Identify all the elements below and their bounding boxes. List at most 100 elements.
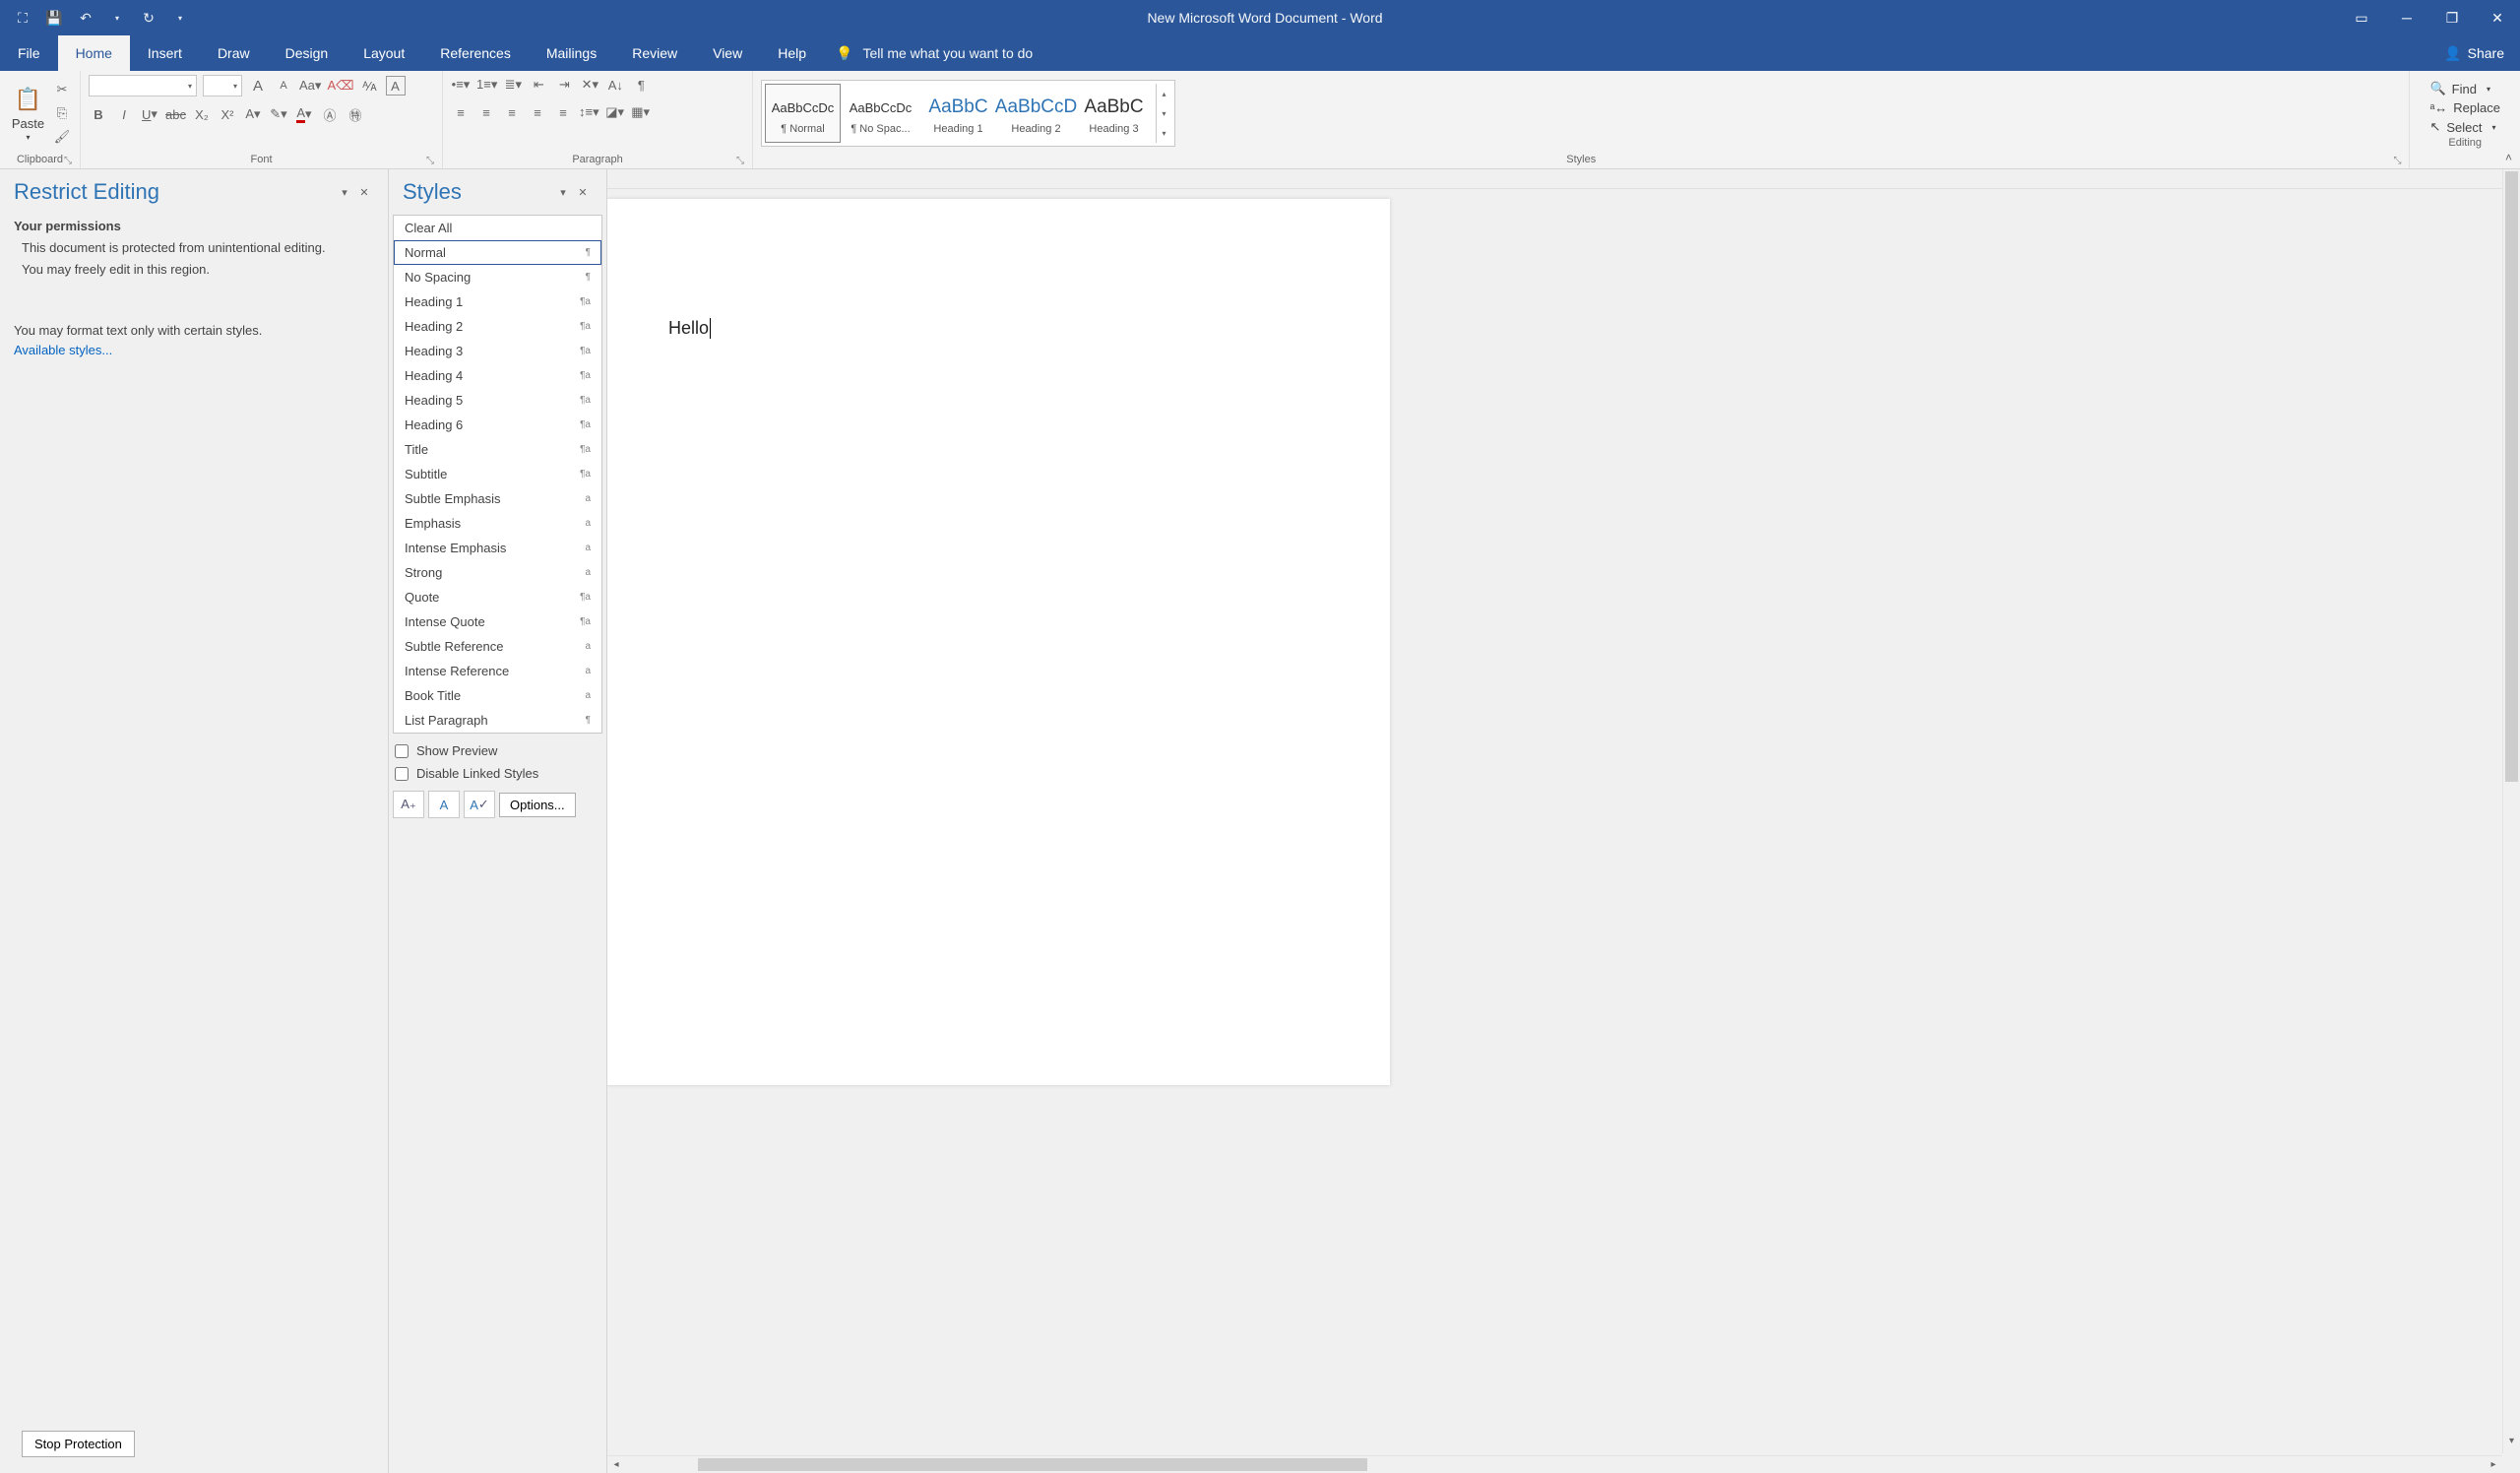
redo-icon[interactable]: ↻ <box>138 7 159 29</box>
style-list-item[interactable]: No Spacing¶ <box>394 265 601 289</box>
horizontal-scrollbar[interactable]: ◂ ▸ <box>607 1455 2502 1473</box>
style-gallery-item[interactable]: AaBbCHeading 3 <box>1076 84 1152 143</box>
multilevel-icon[interactable]: ≣▾ <box>503 75 523 95</box>
touch-mode-icon[interactable]: ⛶ <box>12 7 33 29</box>
new-style-icon[interactable]: A₊ <box>393 791 424 818</box>
tab-review[interactable]: Review <box>614 35 695 71</box>
style-list-item[interactable]: Title¶a <box>394 437 601 462</box>
available-styles-link[interactable]: Available styles... <box>14 343 112 357</box>
style-list-item[interactable]: Intense Emphasisa <box>394 536 601 560</box>
style-list-item[interactable]: Intense Referencea <box>394 659 601 683</box>
shading-icon[interactable]: ◪▾ <box>605 102 625 122</box>
scroll-left-icon[interactable]: ◂ <box>607 1456 625 1473</box>
checkbox[interactable] <box>395 744 409 758</box>
qat-customize-icon[interactable]: ▾ <box>169 7 191 29</box>
styles-gallery-more[interactable]: ▴▾▾ <box>1156 84 1171 143</box>
minimize-icon[interactable]: ─ <box>2384 0 2429 35</box>
char-border-icon[interactable]: A <box>386 76 406 96</box>
clipboard-launcher-icon[interactable]: ⤡ <box>64 156 72 166</box>
style-list-item[interactable]: Subtitle¶a <box>394 462 601 486</box>
cut-icon[interactable]: ✂ <box>52 80 72 99</box>
style-list-item[interactable]: Subtle Referencea <box>394 634 601 659</box>
distributed-icon[interactable]: ≡ <box>553 102 573 122</box>
tab-layout[interactable]: Layout <box>346 35 422 71</box>
scrollbar-thumb[interactable] <box>2505 171 2518 782</box>
superscript-icon[interactable]: X² <box>218 104 237 124</box>
style-gallery-item[interactable]: AaBbCcDc¶ Normal <box>765 84 841 143</box>
share-button[interactable]: 👤 Share <box>2428 35 2520 71</box>
replace-button[interactable]: ᵃ↔Replace <box>2429 100 2500 115</box>
page[interactable]: Hello <box>607 199 1390 1085</box>
style-list-item[interactable]: Clear All <box>394 216 601 240</box>
tab-references[interactable]: References <box>422 35 529 71</box>
borders-icon[interactable]: ▦▾ <box>631 102 651 122</box>
strikethrough-icon[interactable]: abc <box>165 104 186 124</box>
phonetic-guide-icon[interactable]: ᴬ⁄ᴀ <box>360 76 380 96</box>
disable-linked-checkbox[interactable]: Disable Linked Styles <box>393 762 602 785</box>
undo-dropdown-icon[interactable]: ▾ <box>106 7 128 29</box>
page-canvas[interactable]: Hello <box>607 189 2520 1473</box>
styles-launcher-icon[interactable]: ⤡ <box>2393 156 2401 166</box>
tab-mailings[interactable]: Mailings <box>529 35 614 71</box>
collapse-ribbon-icon[interactable]: ˄ <box>2505 151 2512 164</box>
line-spacing-icon[interactable]: ↕≡▾ <box>579 102 599 122</box>
style-list-item[interactable]: List Paragraph¶ <box>394 708 601 733</box>
italic-icon[interactable]: I <box>114 104 134 124</box>
styles-options-button[interactable]: Options... <box>499 793 576 817</box>
style-gallery-item[interactable]: AaBbCHeading 1 <box>920 84 996 143</box>
scrollbar-thumb[interactable] <box>698 1458 1367 1471</box>
style-gallery-item[interactable]: AaBbCcDc¶ No Spac... <box>843 84 918 143</box>
subscript-icon[interactable]: X₂ <box>192 104 212 124</box>
close-icon[interactable]: ✕ <box>2475 0 2520 35</box>
pane-close-icon[interactable]: ✕ <box>354 186 374 199</box>
select-button[interactable]: ↖Select▾ <box>2429 119 2500 135</box>
style-list-item[interactable]: Heading 5¶a <box>394 388 601 413</box>
copy-icon[interactable]: ⎘ <box>52 103 72 123</box>
style-list-item[interactable]: Subtle Emphasisa <box>394 486 601 511</box>
maximize-icon[interactable]: ❐ <box>2429 0 2475 35</box>
tab-design[interactable]: Design <box>268 35 346 71</box>
save-icon[interactable]: 💾 <box>43 7 65 29</box>
manage-styles-icon[interactable]: A✓ <box>464 791 495 818</box>
asian-layout-icon[interactable]: ✕▾ <box>580 75 599 95</box>
horizontal-ruler[interactable] <box>607 169 2520 189</box>
scroll-right-icon[interactable]: ▸ <box>2485 1456 2502 1473</box>
underline-icon[interactable]: U▾ <box>140 104 159 124</box>
undo-icon[interactable]: ↶ <box>75 7 96 29</box>
paragraph-launcher-icon[interactable]: ⤡ <box>736 156 744 166</box>
font-name-combo[interactable]: ▾ <box>89 75 197 96</box>
align-right-icon[interactable]: ≡ <box>502 102 522 122</box>
pane-dropdown-icon[interactable]: ▾ <box>553 186 573 199</box>
show-preview-checkbox[interactable]: Show Preview <box>393 739 602 762</box>
document-text[interactable]: Hello <box>668 318 711 339</box>
font-color-icon[interactable]: A▾ <box>294 104 314 124</box>
enclose-char-icon[interactable]: ㊕ <box>346 104 365 124</box>
tab-file[interactable]: File <box>0 35 58 71</box>
align-left-icon[interactable]: ≡ <box>451 102 471 122</box>
bullets-icon[interactable]: •≡▾ <box>451 75 471 95</box>
tab-view[interactable]: View <box>695 35 760 71</box>
char-shading-icon[interactable]: Ⓐ <box>320 104 340 124</box>
tab-home[interactable]: Home <box>58 35 130 71</box>
vertical-scrollbar[interactable]: ▴ ▾ <box>2502 169 2520 1453</box>
numbering-icon[interactable]: 1≡▾ <box>476 75 497 95</box>
ribbon-display-icon[interactable]: ▭ <box>2339 0 2384 35</box>
style-list-item[interactable]: Quote¶a <box>394 585 601 609</box>
grow-font-icon[interactable]: A <box>248 76 268 96</box>
paste-button[interactable]: 📋 Paste ▾ <box>8 80 48 147</box>
find-button[interactable]: 🔍Find▾ <box>2429 81 2500 96</box>
align-center-icon[interactable]: ≡ <box>476 102 496 122</box>
style-list-item[interactable]: Book Titlea <box>394 683 601 708</box>
style-list-item[interactable]: Heading 4¶a <box>394 363 601 388</box>
clear-formatting-icon[interactable]: A⌫ <box>327 76 353 96</box>
style-list-item[interactable]: Normal¶ <box>394 240 601 265</box>
change-case-icon[interactable]: Aa▾ <box>299 76 321 96</box>
font-size-combo[interactable]: ▾ <box>203 75 242 96</box>
tab-draw[interactable]: Draw <box>200 35 268 71</box>
sort-icon[interactable]: A↓ <box>605 75 625 95</box>
highlight-icon[interactable]: ✎▾ <box>269 104 288 124</box>
tab-help[interactable]: Help <box>760 35 824 71</box>
scroll-down-icon[interactable]: ▾ <box>2503 1436 2520 1453</box>
style-list-item[interactable]: Intense Quote¶a <box>394 609 601 634</box>
checkbox[interactable] <box>395 767 409 781</box>
